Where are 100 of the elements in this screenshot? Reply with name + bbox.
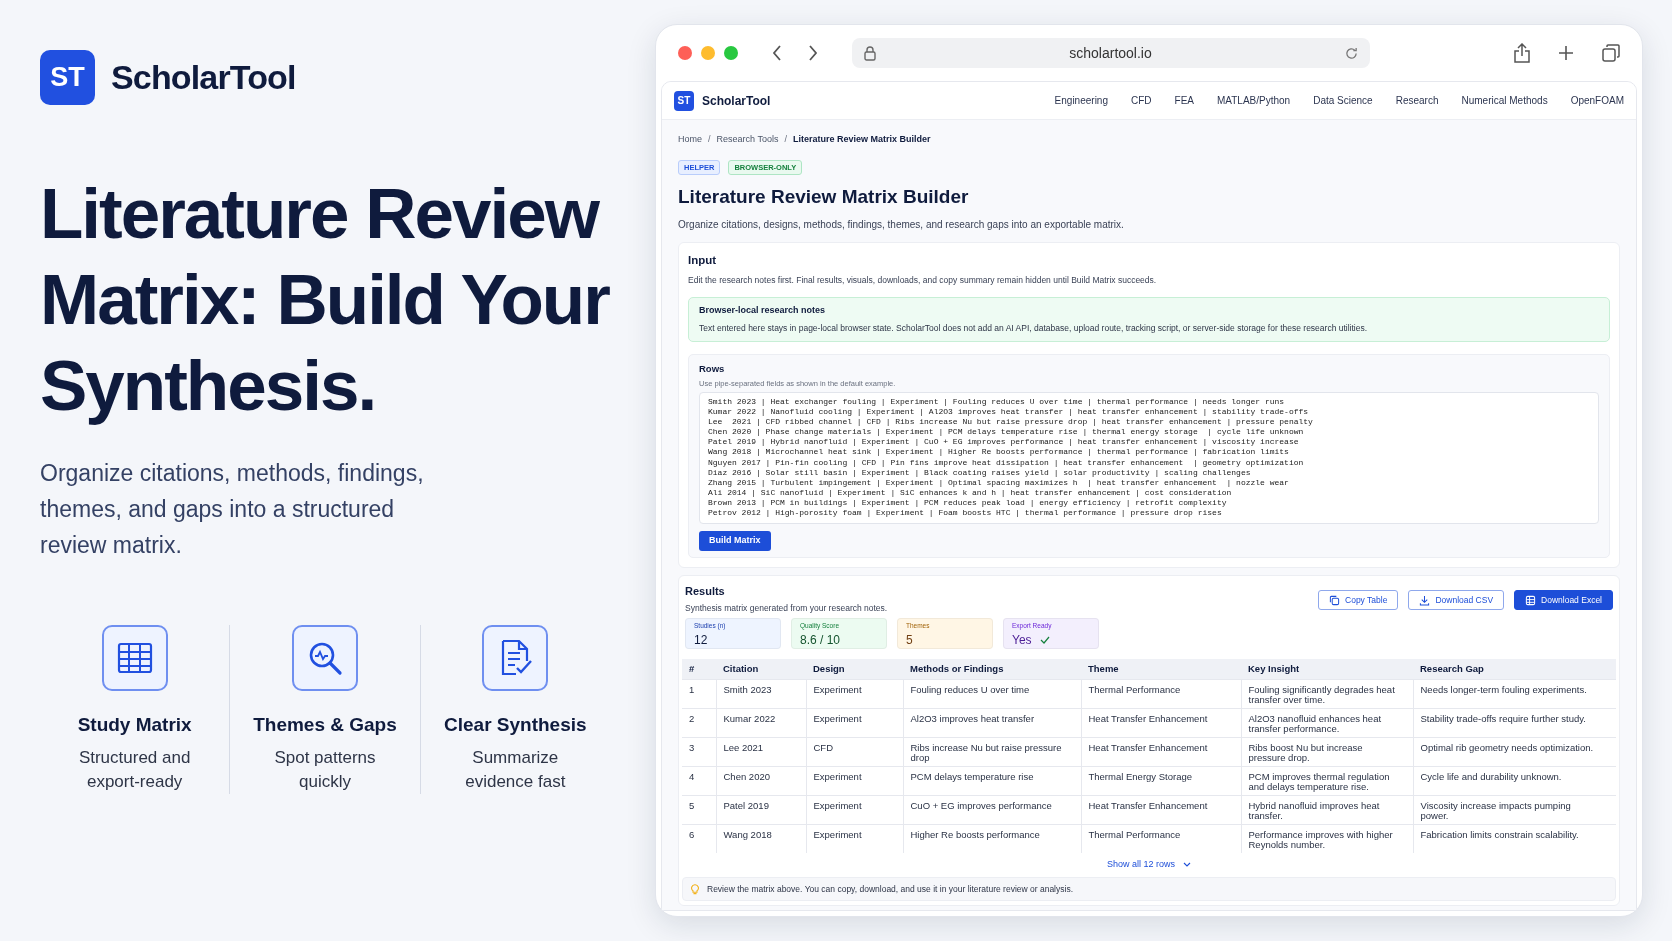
- chevron-down-icon: [1183, 862, 1191, 867]
- table-cell: Wang 2018: [716, 824, 806, 853]
- table-cell: Thermal Performance: [1081, 679, 1241, 709]
- headline: Literature Review Matrix: Build Your Synthesis.: [40, 173, 611, 427]
- tabs-icon[interactable]: [1602, 44, 1620, 62]
- table-cell: 4: [682, 766, 716, 796]
- plus-icon[interactable]: [1558, 45, 1574, 61]
- share-icon[interactable]: [1514, 43, 1530, 63]
- download-csv-button[interactable]: Download CSV: [1408, 590, 1505, 610]
- table-cell: Optimal rib geometry needs optimization.: [1413, 737, 1616, 767]
- table-cell: CuO + EG improves performance: [903, 795, 1081, 825]
- back-icon[interactable]: [772, 45, 782, 61]
- table-cell: 6: [682, 824, 716, 853]
- section-title: Input: [688, 253, 718, 269]
- stat-value: 12: [694, 632, 708, 649]
- page-description: Organize citations, designs, methods, findings, themes, and research gaps into an exportable matrix.: [678, 218, 1125, 233]
- column-header: Research Gap: [1413, 659, 1616, 680]
- reload-icon[interactable]: [1345, 46, 1358, 60]
- stat-value: Yes: [1012, 632, 1032, 649]
- check-icon: [1039, 636, 1050, 644]
- logo-icon[interactable]: ST: [674, 90, 694, 111]
- table-cell: 3: [682, 737, 716, 767]
- column-header: Key Insight: [1241, 659, 1413, 680]
- table-cell: 2: [682, 708, 716, 738]
- table-cell: Smith 2023: [716, 679, 806, 709]
- table-cell: Lee 2021: [716, 737, 806, 767]
- table-cell: Ribs boost Nu but increase pressure drop.: [1241, 737, 1413, 767]
- nav-link[interactable]: Data Science: [1313, 93, 1373, 108]
- logo-icon: ST: [40, 50, 95, 105]
- column-header: Citation: [716, 659, 806, 680]
- table-cell: Heat Transfer Enhancement: [1081, 737, 1241, 767]
- table-cell: Fouling significantly degrades heat transfer over time.: [1241, 679, 1413, 709]
- table-cell: Needs longer-term fouling experiments.: [1413, 679, 1616, 709]
- table-cell: Al2O3 improves heat transfer: [903, 708, 1081, 738]
- address-bar[interactable]: scholartool.io: [852, 38, 1370, 68]
- breadcrumb-separator: /: [708, 133, 711, 146]
- nav-link[interactable]: OpenFOAM: [1570, 93, 1624, 108]
- rows-input-field[interactable]: Smith 2023 | Heat exchanger fouling | Experiment | Fouling reduces U over time | thermal performance | needs longer runs Kumar 2022 | Nanofluid cooling | Experiment | Al2O3 improves heat transfer | heat transfer enhancement | stability trade-offs Lee 2021 | CFD ribbed channel | CFD | Ribs increase Nu but raise pressure drop | heat transfer enhancement | pressure penalty Chen 2020 | Phase change materials | Experiment | PCM delays temperature rise | thermal energy storage | cycle life unknown Patel 2019 | Hybrid nanofluid | Experiment | CuO + EG improves performance | heat transfer enhancement | viscosity increase Wang 2018 | Microchannel heat sink | Experiment | Higher Re boosts performance | thermal performance | fabrication limits Nguyen 2017 | Pin-fin cooling | CFD | Pin fins improve heat dissipation | heat transfer enhancement | geometry optimization Diaz 2016 | Solar still basin | Experiment | Black coating raises yield | solar productivity | scaling challenges Zhang 2015 | Turbulent impingement | Experiment | Optimal spacing maximizes h | heat transfer enhancement | nozzle wear Ali 2014 | SiC nanofluid | Experiment | SiC enhances k and h | heat transfer enhancement | cost consideration Brown 2013 | PCM in buildings | Experiment | PCM reduces peak load | energy efficiency | retrofit complexity Petrov 2012 | High-porosity foam | Experiment | Foam boosts HTC | thermal performance | pressure drop rises: [699, 392, 1599, 524]
- breadcrumb-link[interactable]: Research Tools: [716, 133, 779, 147]
- table-cell: Higher Re boosts performance: [903, 824, 1081, 853]
- breadcrumb-link[interactable]: Home: [678, 133, 702, 147]
- breadcrumb-link[interactable]: Literature Review Matrix Builder: [792, 133, 931, 147]
- nav-link[interactable]: Research: [1395, 93, 1439, 108]
- breadcrumb-separator: /: [784, 133, 787, 146]
- table-cell: Kumar 2022: [716, 708, 806, 738]
- note-title: Browser-local research notes: [699, 304, 827, 318]
- table-cell: PCM improves thermal regulation and delays temperature rise.: [1241, 766, 1413, 796]
- download-excel-button[interactable]: Download Excel: [1514, 590, 1613, 610]
- site-name[interactable]: ScholarTool: [702, 91, 771, 110]
- lightbulb-icon: [691, 883, 699, 895]
- table-cell: Fouling reduces U over time: [903, 679, 1081, 709]
- stat-value: 8.6 / 10: [800, 632, 841, 649]
- section-title: Results: [685, 584, 726, 599]
- table-cell: Heat Transfer Enhancement: [1081, 795, 1241, 825]
- forward-icon[interactable]: [808, 45, 818, 61]
- table-cell: Experiment: [806, 795, 903, 825]
- copy-icon: [1329, 594, 1341, 606]
- table-cell: Experiment: [806, 679, 903, 709]
- table-cell: Chen 2020: [716, 766, 806, 796]
- page-title: Literature Review Matrix Builder: [678, 184, 970, 209]
- nav-link[interactable]: Numerical Methods: [1461, 93, 1548, 108]
- section-description: Edit the research notes first. Final results, visuals, downloads, and copy summary remain hidden until Build Matrix succeeds.: [688, 273, 1158, 287]
- spreadsheet-icon: [1525, 594, 1537, 606]
- section-description: Synthesis matrix generated from your research notes.: [685, 601, 888, 615]
- copy-table-button[interactable]: Copy Table: [1318, 590, 1399, 610]
- nav-link[interactable]: Engineering: [1054, 93, 1108, 108]
- feature-text: Spot patterns quickly: [273, 746, 377, 793]
- tip-text: Review the matrix above. You can copy, download, and use it in your literature review or analysis.: [707, 882, 1073, 896]
- table-cell: Cycle life and durability unknown.: [1413, 766, 1616, 796]
- table-cell: Experiment: [806, 708, 903, 738]
- nav-link[interactable]: FEA: [1174, 93, 1194, 108]
- note-text: Text entered here stays in page-local browser state. ScholarTool does not add an AI API, database, upload route, tracking script, or server-side storage for these research utilities.: [699, 321, 1369, 335]
- nav-link[interactable]: MATLAB/Python: [1217, 93, 1291, 108]
- column-header: Design: [806, 659, 903, 680]
- table-cell: Al2O3 nanofluid enhances heat transfer performance.: [1241, 708, 1413, 738]
- stat-value: 5: [906, 632, 913, 649]
- table-cell: Hybrid nanofluid improves heat transfer.: [1241, 795, 1413, 825]
- download-icon: [1419, 594, 1431, 606]
- table-cell: Patel 2019: [716, 795, 806, 825]
- feature-title: Study Matrix: [77, 713, 192, 737]
- table-cell: Fabrication limits constrain scalability.: [1413, 824, 1616, 853]
- column-header: Methods or Findings: [903, 659, 1081, 680]
- table-cell: Ribs increase Nu but raise pressure drop: [903, 737, 1081, 767]
- build-matrix-button[interactable]: Build Matrix: [699, 531, 771, 551]
- table-cell: Thermal Performance: [1081, 824, 1241, 853]
- table-cell: Stability trade-offs require further study.: [1413, 708, 1616, 738]
- show-all-rows-button[interactable]: Show all 12 rows: [1106, 857, 1191, 872]
- column-header: #: [682, 659, 716, 680]
- field-label: Rows: [699, 361, 726, 376]
- nav-link[interactable]: CFD: [1131, 93, 1152, 108]
- table-cell: CFD: [806, 737, 903, 767]
- feature-text: Structured and export-ready: [77, 746, 192, 793]
- table-cell: 5: [682, 795, 716, 825]
- feature-title: Clear Synthesis: [444, 713, 587, 737]
- lock-icon: [864, 45, 876, 61]
- table-cell: Thermal Energy Storage: [1081, 766, 1241, 796]
- table-cell: 1: [682, 679, 716, 709]
- table-cell: Experiment: [806, 766, 903, 796]
- subtitle: Organize citations, methods, findings, themes, and gaps into a structured review matrix.: [40, 459, 425, 560]
- table-cell: Performance improves with higher Reynolds number.: [1241, 824, 1413, 853]
